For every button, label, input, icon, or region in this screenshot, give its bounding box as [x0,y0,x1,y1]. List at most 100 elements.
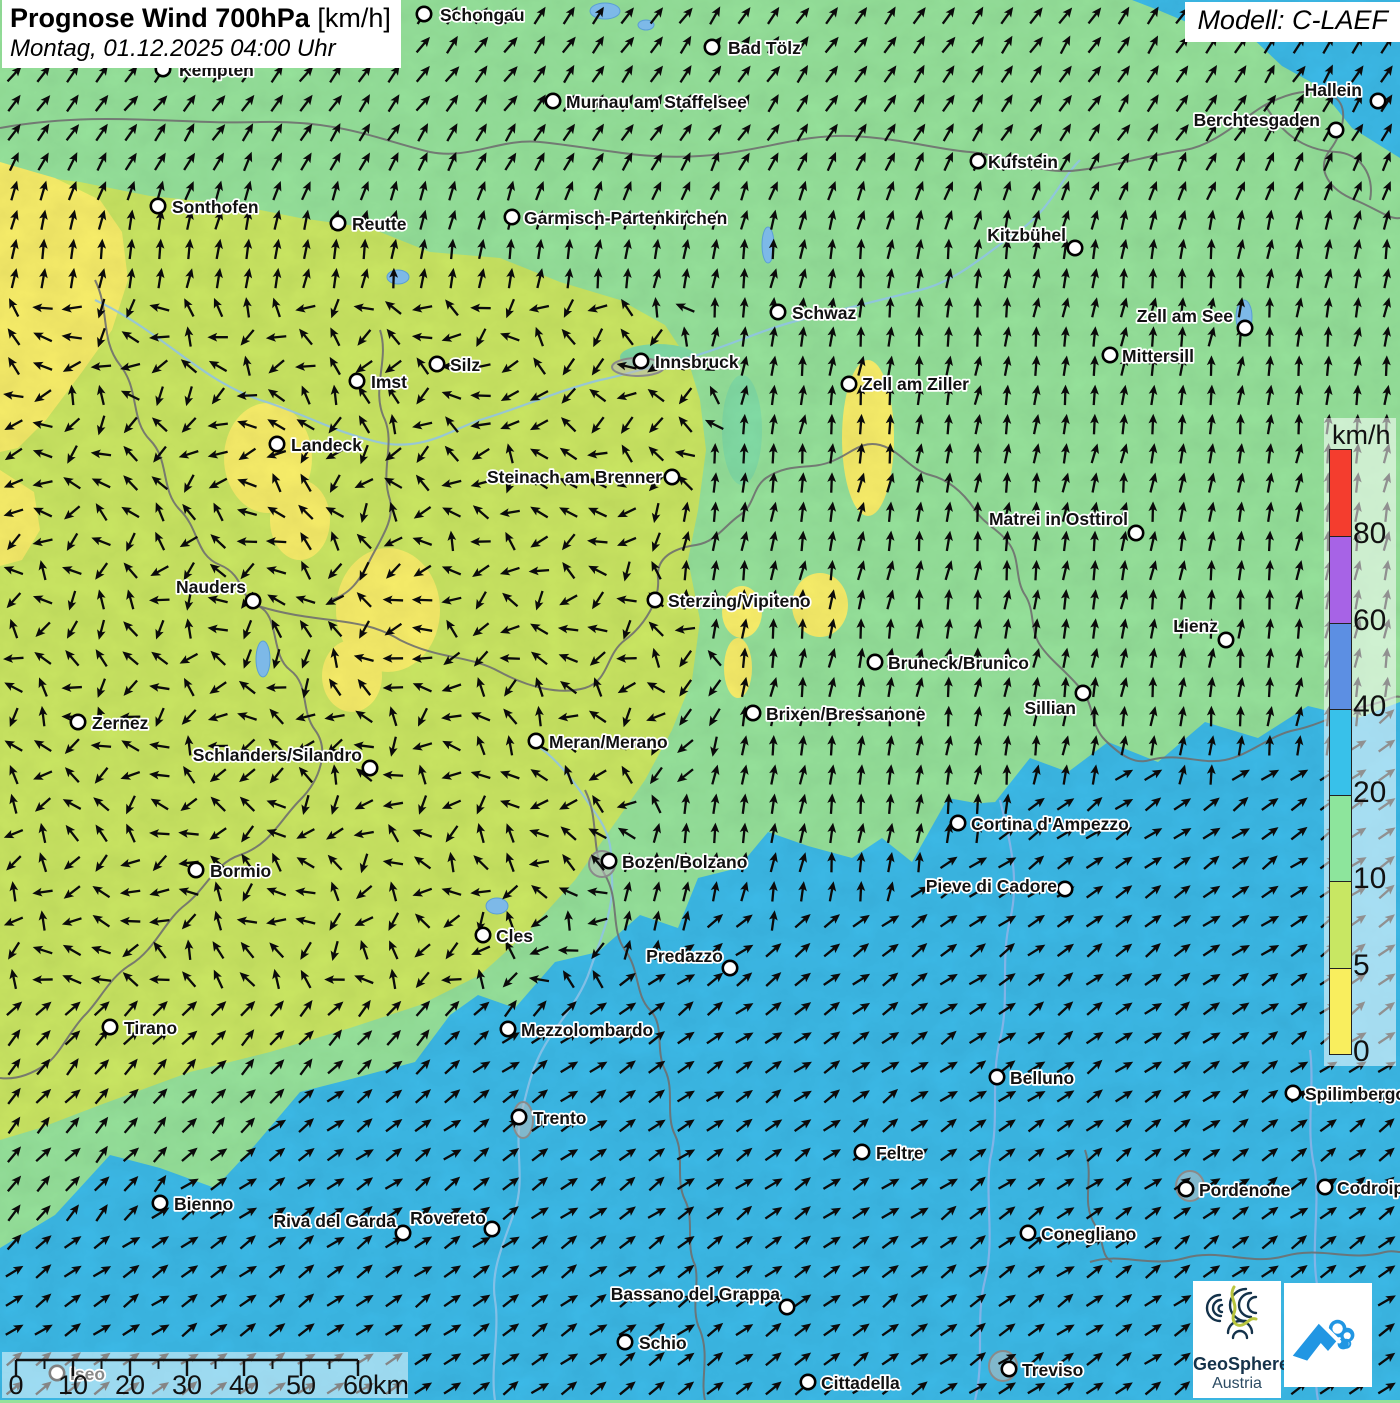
legend-value: 40 [1353,690,1386,724]
geosphere-logo-icon [1198,1281,1276,1351]
city-bozen-bolzano: Bozen/Bolzano [602,852,748,872]
svg-text:Bassano del Grappa: Bassano del Grappa [611,1284,780,1304]
svg-text:Sillian: Sillian [1024,698,1076,718]
city-silz: Silz [430,355,481,375]
svg-text:Hallein: Hallein [1305,80,1362,100]
map-scale-bar: 0 10 20 30 40 50 60km [2,1352,408,1398]
title-box: Prognose Wind 700hPa [km/h] Montag, 01.1… [2,0,401,68]
svg-text:60km: 60km [343,1370,408,1398]
svg-text:Zell am See: Zell am See [1137,306,1234,326]
svg-text:Nauders: Nauders [176,577,246,597]
svg-text:Schongau: Schongau [440,5,525,25]
city-pieve-di-cadore: Pieve di Cadore [926,876,1073,896]
svg-text:Feltre: Feltre [876,1143,924,1163]
svg-text:Reutte: Reutte [352,214,407,234]
svg-text:Silz: Silz [450,355,480,375]
svg-text:Schio: Schio [639,1333,687,1353]
forecast-datetime: Montag, 01.12.2025 04:00 Uhr [10,35,391,63]
page-title: Prognose Wind 700hPa [km/h] [10,3,391,34]
svg-text:Conegliano: Conegliano [1041,1224,1136,1244]
legend-color-40 [1330,623,1351,709]
svg-text:Lienz: Lienz [1173,616,1218,636]
city-murnau-am-staffelsee: Murnau am Staffelsee [546,92,747,112]
model-label: Modell: C-LAEF [1185,2,1400,42]
city-cortina-d-ampezzo: Cortina d'Ampezzo [951,814,1129,834]
city-meran-merano: Meran/Merano [529,732,668,752]
wind-map: SchongauBad TölzKemptenMurnau am Staffel… [0,0,1400,1400]
svg-text:Tirano: Tirano [124,1018,177,1038]
legend-color-20 [1330,709,1351,795]
svg-text:Sonthofen: Sonthofen [172,197,259,217]
svg-text:Pieve di Cadore: Pieve di Cadore [926,876,1058,896]
svg-text:Innsbruck: Innsbruck [655,352,739,372]
svg-text:Kufstein: Kufstein [988,152,1058,172]
svg-text:Bozen/Bolzano: Bozen/Bolzano [622,852,747,872]
svg-text:30: 30 [172,1370,202,1398]
svg-text:Berchtesgaden: Berchtesgaden [1194,110,1320,130]
svg-text:10: 10 [58,1370,88,1398]
legend-value: 20 [1353,776,1386,810]
city-bruneck-brunico: Bruneck/Brunico [868,653,1029,673]
svg-text:Zernez: Zernez [92,713,149,733]
legend-color-bar [1329,449,1352,1055]
city-garmisch-partenkirchen: Garmisch-Partenkirchen [505,208,727,228]
legend-value: 80 [1353,517,1386,551]
svg-text:50: 50 [286,1370,316,1398]
legend-value: 0 [1353,1035,1370,1069]
legend-color-80 [1330,450,1351,536]
svg-text:Kitzbühel: Kitzbühel [987,225,1066,245]
geosphere-country: Austria [1193,1375,1281,1393]
legend-unit-label: km/h [1332,420,1391,451]
svg-text:Treviso: Treviso [1022,1360,1083,1380]
svg-text:Garmisch-Partenkirchen: Garmisch-Partenkirchen [524,208,727,228]
svg-text:Cortina d'Ampezzo: Cortina d'Ampezzo [971,814,1129,834]
svg-text:Bienno: Bienno [174,1194,233,1214]
svg-text:Brixen/Bressanone: Brixen/Bressanone [766,704,926,724]
city-mezzolombardo: Mezzolombardo [501,1020,653,1040]
svg-text:Schlanders/Silandro: Schlanders/Silandro [193,745,362,765]
svg-text:Mezzolombardo: Mezzolombardo [521,1020,653,1040]
svg-text:Belluno: Belluno [1010,1068,1074,1088]
city-imst: Imst [350,372,407,392]
city-steinach-am-brenner: Steinach am Brenner [487,467,679,487]
city-cles: Cles [476,926,533,946]
svg-text:Sterzing/Vipiteno: Sterzing/Vipiteno [668,591,811,611]
svg-text:Meran/Merano: Meran/Merano [549,732,668,752]
svg-text:Cittadella: Cittadella [821,1373,900,1393]
svg-text:Schwaz: Schwaz [792,303,856,323]
svg-text:Cles: Cles [496,926,533,946]
legend-value: 5 [1353,949,1370,983]
svg-text:Mittersill: Mittersill [1122,346,1194,366]
legend-value: 10 [1353,862,1386,896]
svg-text:0: 0 [8,1370,23,1398]
svg-text:20: 20 [115,1370,145,1398]
svg-text:Bruneck/Brunico: Bruneck/Brunico [888,653,1029,673]
city-sterzing-vipiteno: Sterzing/Vipiteno [648,591,811,611]
color-legend: km/h 80 60 40 20 10 5 0 [1324,418,1396,1066]
svg-text:Trento: Trento [533,1108,586,1128]
wind-forecast-page: { "header": { "title": "Prognose Wind 70… [0,0,1400,1400]
title-text: Prognose Wind 700hPa [10,3,310,33]
legend-value: 60 [1353,604,1386,638]
legend-color-5 [1330,881,1351,967]
partner-logo-box [1284,1283,1372,1387]
geosphere-logo-box: GeoSphere Austria [1193,1281,1281,1398]
svg-text:Rovereto: Rovereto [410,1208,486,1228]
svg-text:Landeck: Landeck [291,435,362,455]
svg-text:Pordenone: Pordenone [1199,1180,1291,1200]
svg-text:40: 40 [229,1370,259,1398]
svg-text:Bad Tölz: Bad Tölz [728,38,801,58]
geosphere-name: GeoSphere [1193,1354,1281,1375]
city-brixen-bressanone: Brixen/Bressanone [746,704,926,724]
svg-text:Riva del Garda: Riva del Garda [273,1211,396,1231]
title-unit: [km/h] [310,3,391,33]
svg-text:Murnau am Staffelsee: Murnau am Staffelsee [566,92,747,112]
mountain-cloud-icon [1288,1289,1368,1381]
svg-text:Steinach am Brenner: Steinach am Brenner [487,467,662,487]
legend-color-60 [1330,536,1351,622]
svg-text:Imst: Imst [371,372,407,392]
svg-text:Bormio: Bormio [210,861,271,881]
svg-text:Codroipo: Codroipo [1337,1178,1400,1198]
legend-color-10 [1330,795,1351,881]
svg-text:Spilimbergo: Spilimbergo [1305,1084,1400,1104]
